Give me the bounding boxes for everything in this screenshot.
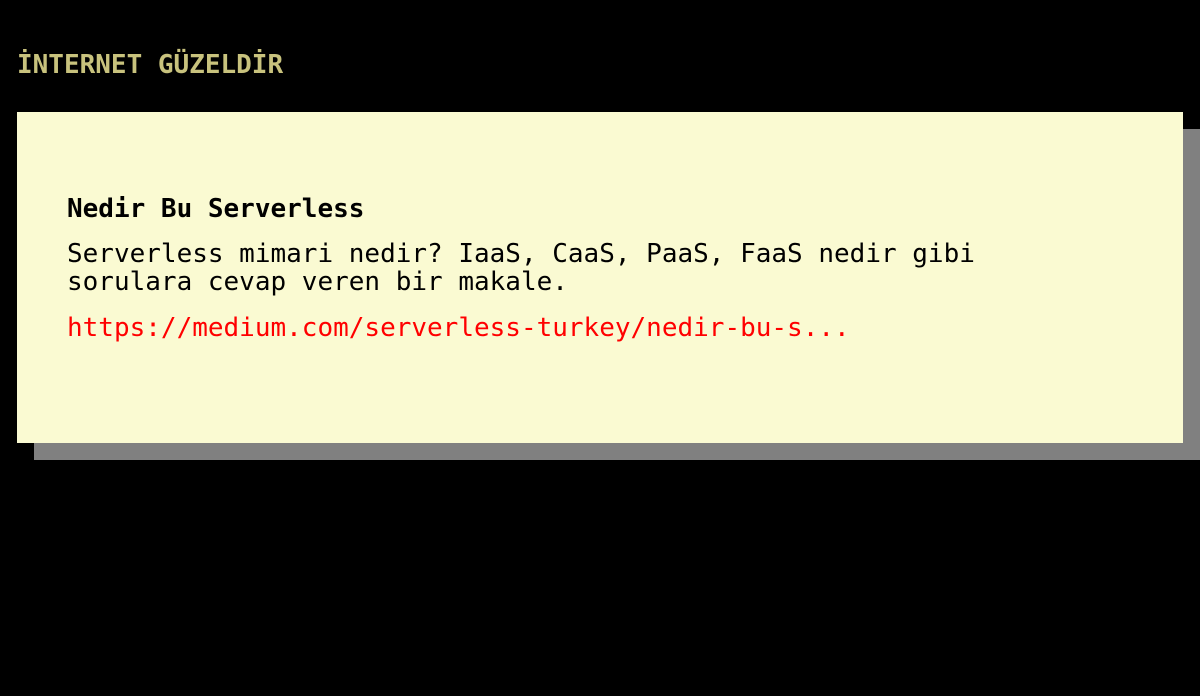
card-description: Serverless mimari nedir? IaaS, CaaS, Paa… xyxy=(67,239,975,297)
card-title: Nedir Bu Serverless xyxy=(67,194,365,224)
card-link[interactable]: https://medium.com/serverless-turkey/ned… xyxy=(67,311,850,345)
site-title: İNTERNET GÜZELDİR xyxy=(17,50,284,80)
link-card: Nedir Bu Serverless Serverless mimari ne… xyxy=(17,112,1183,443)
